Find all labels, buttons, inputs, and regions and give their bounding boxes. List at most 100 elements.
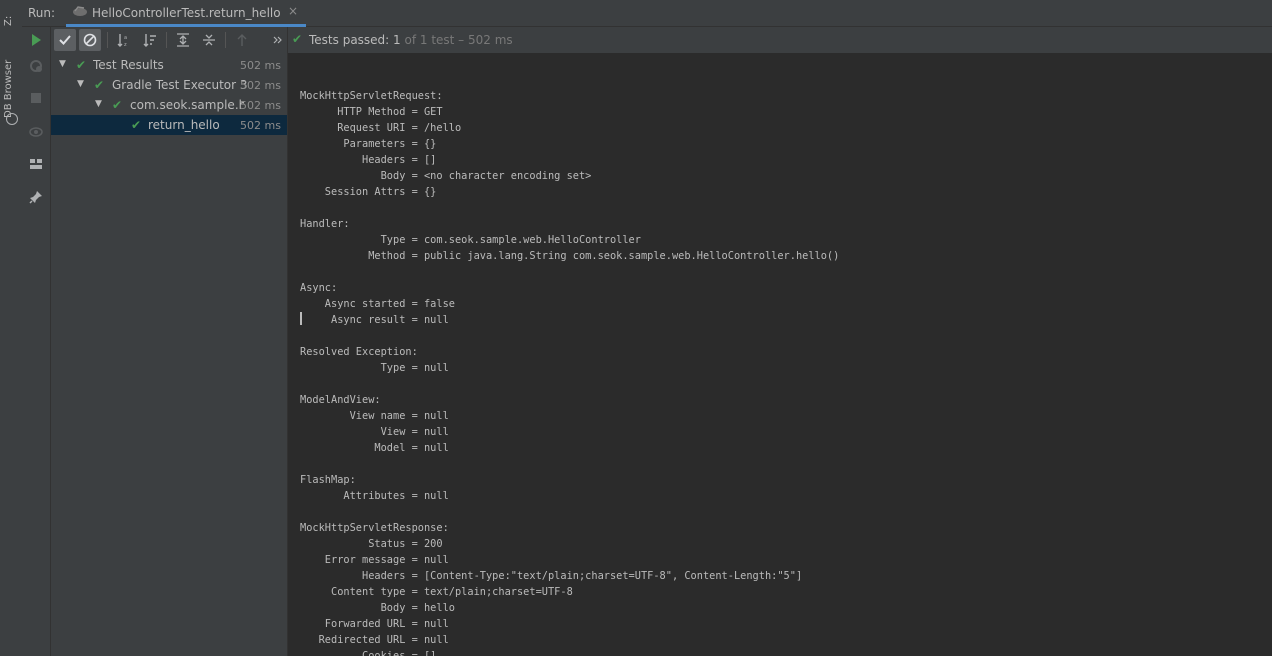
console-line: Resolved Exception: (300, 346, 418, 358)
show-passed-button[interactable] (54, 29, 76, 51)
console-line: View = null (300, 426, 449, 438)
console-line: Type = com.seok.sample.web.HelloControll… (300, 234, 641, 246)
console-line: Async: (300, 282, 338, 294)
console-output[interactable]: MockHttpServletRequest: HTTP Method = GE… (288, 53, 1272, 656)
run-toolbar (22, 27, 51, 656)
tree-row-test-results[interactable]: ▼ ✔ Test Results 502 ms (51, 55, 287, 75)
rerun-failed-button[interactable] (28, 58, 44, 74)
console-line: Headers = [] (300, 154, 437, 166)
status-label: Tests passed: (309, 33, 394, 47)
tree-duration: 502 ms (240, 59, 281, 72)
console-line: Headers = [Content-Type:"text/plain;char… (300, 570, 803, 582)
test-results-panel: az ▼ ✔ Test Results 502 ms ▼ ✔ Gradle Te… (51, 27, 288, 656)
svg-text:a: a (124, 35, 127, 41)
passed-check-icon: ✔ (292, 32, 303, 46)
rerun-failed-icon (30, 60, 42, 72)
tree-label: com.seok.sample.hell (130, 98, 244, 112)
passed-check-icon: ✔ (94, 78, 105, 92)
run-tab[interactable]: HelloControllerTest.return_hello × (66, 0, 306, 27)
show-ignored-button[interactable] (79, 29, 101, 51)
collapse-all-icon (203, 34, 215, 46)
side-tool-strip: Z: DB Browser (0, 0, 23, 656)
db-browser-icon[interactable] (6, 113, 18, 125)
eye-icon (29, 127, 43, 137)
expand-all-icon (177, 33, 189, 47)
toolbar-separator (107, 32, 108, 48)
console-line: Body = <no character encoding set> (300, 170, 592, 182)
console-line: Async started = false (300, 298, 455, 310)
rerun-button[interactable] (28, 32, 44, 48)
console-line: Body = hello (300, 602, 455, 614)
console-line: Content type = text/plain;charset=UTF-8 (300, 586, 573, 598)
test-status-bar: ✔ Tests passed: 1 of 1 test – 502 ms (288, 27, 1272, 53)
expand-arrow-icon[interactable]: ▼ (95, 99, 102, 109)
tree-row-gradle-executor[interactable]: ▼ ✔ Gradle Test Executor 3 502 ms (51, 75, 287, 95)
tree-duration: 502 ms (240, 119, 281, 132)
console-line: Handler: (300, 218, 350, 230)
run-config-icon (72, 5, 88, 17)
layout-icon (30, 159, 42, 169)
console-line: Type = null (300, 362, 449, 374)
console-line: Model = null (300, 442, 449, 454)
toolbar-separator (166, 32, 167, 48)
db-browser-tool-label[interactable]: DB Browser (3, 48, 14, 118)
console-line: Status = 200 (300, 538, 443, 550)
run-tab-title: HelloControllerTest.return_hello (92, 6, 281, 20)
structure-tool-label[interactable]: Z: (3, 2, 14, 26)
console-line: Method = public java.lang.String com.seo… (300, 250, 840, 262)
console-line: Async result = null (300, 314, 449, 326)
stop-button[interactable] (28, 90, 44, 106)
passed-check-icon: ✔ (76, 58, 87, 72)
pin-button[interactable] (28, 189, 44, 205)
status-count: 1 (393, 33, 401, 47)
console-line: MockHttpServletRequest: (300, 90, 443, 102)
console-line: Error message = null (300, 554, 449, 566)
sort-alpha-icon: az (117, 34, 127, 47)
sort-duration-icon (143, 34, 156, 47)
console-line: Redirected URL = null (300, 634, 449, 646)
double-chevron-right-icon (273, 36, 282, 44)
svg-text:z: z (124, 42, 127, 47)
console-line: Parameters = {} (300, 138, 437, 150)
test-results-toolbar: az (51, 27, 287, 53)
expand-arrow-icon[interactable]: ▼ (59, 59, 66, 69)
play-icon (32, 34, 41, 46)
sort-by-duration-button[interactable] (139, 29, 161, 51)
toggle-view-button[interactable] (28, 124, 44, 140)
console-line: ModelAndView: (300, 394, 381, 406)
passed-check-icon: ✔ (131, 118, 142, 132)
checkmark-icon (59, 35, 71, 45)
stop-icon (31, 93, 41, 103)
test-status-text: Tests passed: 1 of 1 test – 502 ms (309, 33, 513, 47)
close-icon[interactable]: × (288, 4, 298, 18)
layout-button[interactable] (28, 156, 44, 172)
sort-alphabetically-button[interactable]: az (113, 29, 135, 51)
console-line: Session Attrs = {} (300, 186, 437, 198)
tree-label: Gradle Test Executor 3 (112, 78, 248, 92)
console-lines: MockHttpServletRequest: HTTP Method = GE… (300, 72, 839, 656)
more-actions-button[interactable] (267, 29, 289, 51)
console-line: Attributes = null (300, 490, 449, 502)
expand-all-button[interactable] (172, 29, 194, 51)
toolbar-separator (225, 32, 226, 48)
tree-duration: 502 ms (240, 79, 281, 92)
expand-arrow-icon[interactable]: ▼ (77, 79, 84, 89)
tree-row-return-hello[interactable]: ✔ return_hello 502 ms (51, 115, 287, 135)
console-line: View name = null (300, 410, 449, 422)
console-line: MockHttpServletResponse: (300, 522, 449, 534)
console-line: Request URI = /hello (300, 122, 462, 134)
console-line: Cookies = [] (300, 650, 437, 656)
previous-failed-button[interactable] (231, 29, 253, 51)
collapse-all-button[interactable] (198, 29, 220, 51)
tree-row-test-class[interactable]: ▼ ✔ com.seok.sample.hell 502 ms (51, 95, 287, 115)
console-line: Forwarded URL = null (300, 618, 449, 630)
tree-label: return_hello (148, 118, 220, 132)
run-tool-window-header: Run: HelloControllerTest.return_hello × (22, 0, 1272, 27)
